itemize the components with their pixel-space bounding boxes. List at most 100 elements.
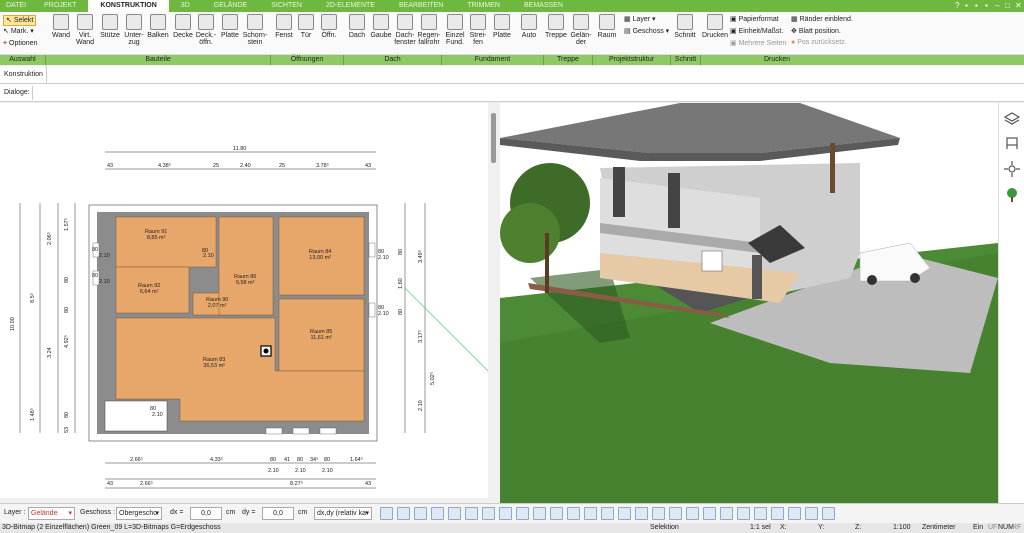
close-icon[interactable]: ✕ [1015,1,1022,10]
tool-icon[interactable] [465,507,478,520]
layers-icon[interactable] [1003,111,1021,127]
maximize-icon[interactable]: □ [1005,1,1012,10]
minimize-icon[interactable]: – [995,1,1002,10]
ribbon: ↖ Selekt ↖ Mark. ▾ + Optionen Wand Virt.… [0,12,1024,55]
dx-input[interactable]: 0,0 [190,507,222,520]
door-button[interactable]: Tür [296,14,316,39]
layer-select[interactable]: Gelände ▾ [28,507,75,520]
tool-icon[interactable] [414,507,427,520]
dim-right-6: 80 [398,248,404,255]
tab-datei[interactable]: DATEI [0,0,32,12]
tab-3d[interactable]: 3D [169,0,202,12]
print-button[interactable]: Drucken [702,14,728,39]
window-right-1 [368,242,376,258]
pin-icon[interactable]: ▪ [965,1,972,10]
furniture-icon[interactable] [1004,135,1020,151]
tool-icon[interactable] [618,507,631,520]
tool-icon[interactable] [669,507,682,520]
tool-icon[interactable] [771,507,784,520]
tool-icon[interactable] [822,507,835,520]
tool-icon[interactable] [499,507,512,520]
tab-2d-elemente[interactable]: 2D-ELEMENTE [314,0,387,12]
tool-icon[interactable] [584,507,597,520]
tool-icon[interactable] [380,507,393,520]
railing-button[interactable]: Gelän-der [569,14,593,46]
stair-button[interactable]: Treppe [543,14,569,39]
tool-icon[interactable] [720,507,733,520]
room-button[interactable]: Raum [596,14,618,39]
tool-icon[interactable] [788,507,801,520]
tool-icon[interactable] [397,507,410,520]
3d-view[interactable] [500,103,998,503]
roof-button[interactable]: Dach [346,14,368,39]
chimney-button[interactable]: Schorn-stein [242,14,268,46]
sheet-position-button[interactable]: ✥ Blatt position. [791,27,841,35]
window-button[interactable]: Fenst [273,14,295,39]
tool-icon[interactable] [754,507,767,520]
tab-projekt[interactable]: PROJEKT [32,0,88,12]
help-icon[interactable]: ? [955,1,962,10]
tool-icon[interactable] [550,507,563,520]
tool-icon[interactable] [652,507,665,520]
column-button[interactable]: Stütze [98,14,122,39]
roof-window-button[interactable]: Dach-fenster [393,14,417,46]
margins-button[interactable]: ▦ Ränder einblend. [791,15,853,23]
tool-icon[interactable] [686,507,699,520]
reset-position-button[interactable]: ● Pos zurücksetz. [791,39,847,46]
select-button[interactable]: ↖ Selekt [3,15,37,26]
opening-button[interactable]: Öffn. [318,14,340,39]
options-button[interactable]: + Optionen [3,39,37,48]
geschoss-dropdown[interactable]: ▤ Geschoss ▾ [624,27,669,35]
tool-icon[interactable] [703,507,716,520]
slab-button[interactable]: Platte [218,14,242,39]
floor-plan-view[interactable]: Raum 91 8,85 m² Raum 92 6,64 m² Raum 90 2,0… [0,103,488,498]
plan-scrollbar[interactable] [488,103,500,498]
scroll-thumb[interactable] [491,113,496,163]
tool-icon[interactable] [635,507,648,520]
dim-top-6: 25 [213,163,220,169]
unit-scale-button[interactable]: ▣ Einheit/Maßst. [730,27,783,35]
wall-button[interactable]: Wand [48,14,74,39]
tool-icon[interactable] [601,507,614,520]
single-foundation-button[interactable]: Einzel Fund. [444,14,466,46]
tab-sichten[interactable]: SICHTEN [259,0,314,12]
ceiling-button[interactable]: Decke [172,14,194,39]
tool-icon[interactable] [516,507,529,520]
mark-button[interactable]: ↖ Mark. ▾ [3,27,34,36]
beam-button[interactable]: Unter-zug [122,14,146,46]
tree-icon[interactable] [1004,187,1020,203]
tab-gelaende[interactable]: GELÄNDE [202,0,259,12]
cursor-icon: ↖ [6,17,12,24]
paper-format-button[interactable]: ▣ Papierformat [730,15,779,23]
room-91-floor[interactable] [115,216,217,268]
tab-bemassen[interactable]: BEMASSEN [512,0,575,12]
multi-page-button[interactable]: ▣ Mehrere Seiten [730,39,786,47]
strip-foundation-button[interactable]: Strei-fen [467,14,489,46]
save-icon[interactable]: ▪ [975,1,982,10]
downpipe-button[interactable]: Regen-fallrohr [416,14,442,46]
tool-icon[interactable] [567,507,580,520]
coordinate-mode-select[interactable]: dx,dy (relativ ka ▾ [314,507,372,520]
ceiling-opening-button[interactable]: Deck.- öffn. [194,14,218,46]
tool-icon[interactable] [448,507,461,520]
tool-icon[interactable] [533,507,546,520]
geschoss-select[interactable]: Obergescho ▾ [116,507,162,520]
girder-button[interactable]: Balken [146,14,170,39]
foundation-slab-button[interactable]: Platte [490,14,514,39]
auto-stair-button[interactable]: Auto [518,14,540,39]
tab-trimmen[interactable]: TRIMMEN [455,0,512,12]
dy-input[interactable]: 0,0 [262,507,294,520]
tab-bearbeiten[interactable]: BEARBEITEN [387,0,455,12]
tool-icon[interactable] [805,507,818,520]
tool-icon[interactable] [482,507,495,520]
tool-icon[interactable] [431,507,444,520]
room-label-83: Raum 83 36,53 m² [203,357,225,369]
layer-dropdown[interactable]: ▦ Layer ▾ [624,15,656,23]
dormer-button[interactable]: Gaube [369,14,393,39]
navigate-icon[interactable] [1004,161,1020,177]
section-button[interactable]: Schnitt [672,14,698,39]
virtual-wall-button[interactable]: Virt. Wand [74,14,96,46]
tab-konstruktion[interactable]: KONSTRUKTION [88,0,169,12]
tool-icon[interactable] [737,507,750,520]
settings-icon[interactable]: ▪ [985,1,992,10]
